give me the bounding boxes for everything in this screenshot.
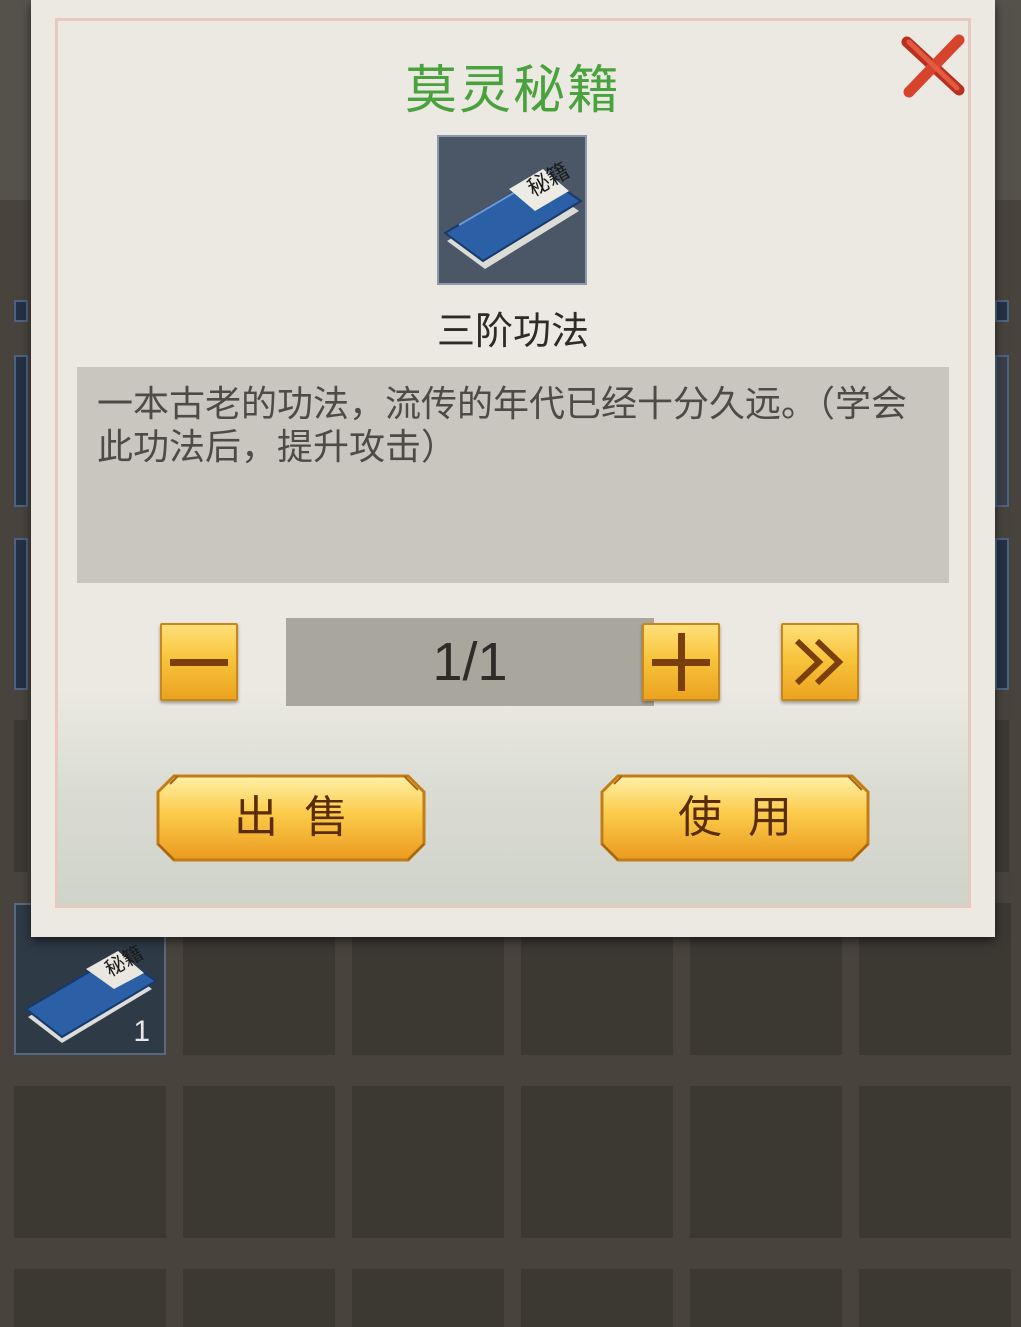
item-count: 1 xyxy=(133,1015,150,1048)
inventory-slot[interactable] xyxy=(14,1269,166,1327)
use-label: 使用 xyxy=(678,792,818,843)
decrease-button[interactable] xyxy=(160,623,238,701)
close-icon xyxy=(901,34,965,98)
item-description: 一本古老的功法，流传的年代已经十分久远。（学会此功法后，提升攻击） xyxy=(77,367,949,583)
inventory-slot[interactable] xyxy=(690,1269,842,1327)
slot-edge xyxy=(995,720,1009,872)
inventory-slot[interactable] xyxy=(14,1086,166,1238)
slot-edge xyxy=(995,355,1009,507)
close-button[interactable] xyxy=(899,32,969,102)
slot-edge xyxy=(14,355,28,507)
quantity-field[interactable]: 1/1 xyxy=(286,618,654,706)
minus-icon xyxy=(170,659,228,666)
inventory-slot[interactable] xyxy=(690,1086,842,1238)
slot-edge xyxy=(995,300,1009,322)
dialog-title: 莫灵秘籍 xyxy=(404,61,621,121)
max-icon xyxy=(794,638,844,686)
sell-button[interactable]: 出售 xyxy=(152,770,430,866)
slot-edge xyxy=(14,538,28,690)
slot-edge xyxy=(995,538,1009,690)
sell-label: 出售 xyxy=(234,792,374,843)
inventory-slot[interactable] xyxy=(521,1086,673,1238)
item-icon-frame: 秘籍 xyxy=(437,135,587,285)
inventory-slot[interactable] xyxy=(183,1269,335,1327)
max-quantity-button[interactable] xyxy=(781,623,859,701)
plus-icon xyxy=(652,633,710,691)
slot-edge xyxy=(14,300,28,322)
item-name: 三阶功法 xyxy=(436,309,589,353)
inventory-slot[interactable] xyxy=(859,1086,1011,1238)
inventory-slot[interactable] xyxy=(859,1269,1011,1327)
book-icon: 秘籍 xyxy=(443,159,583,269)
inventory-slot[interactable] xyxy=(183,1086,335,1238)
use-button[interactable]: 使用 xyxy=(596,770,874,866)
inventory-slot[interactable] xyxy=(521,1269,673,1327)
slot-edge xyxy=(14,720,28,872)
increase-button[interactable] xyxy=(642,623,720,701)
inventory-slot[interactable] xyxy=(352,1086,504,1238)
inventory-slot[interactable] xyxy=(352,1269,504,1327)
item-detail-dialog: 莫灵秘籍 秘籍 三阶功法 一本古老的功法，流传的年代已经十分久远。（学会此功法后… xyxy=(31,0,995,937)
